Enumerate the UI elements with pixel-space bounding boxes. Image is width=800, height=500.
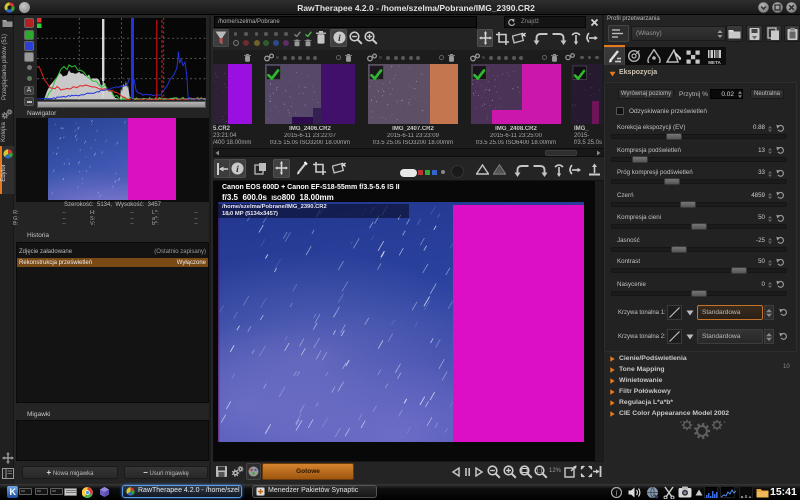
svg-text:i: i: [236, 165, 239, 175]
svg-text:META: META: [708, 60, 721, 65]
svg-text:i: i: [338, 34, 341, 44]
svg-text:i: i: [615, 488, 617, 497]
svg-text:1:1: 1:1: [536, 469, 543, 475]
